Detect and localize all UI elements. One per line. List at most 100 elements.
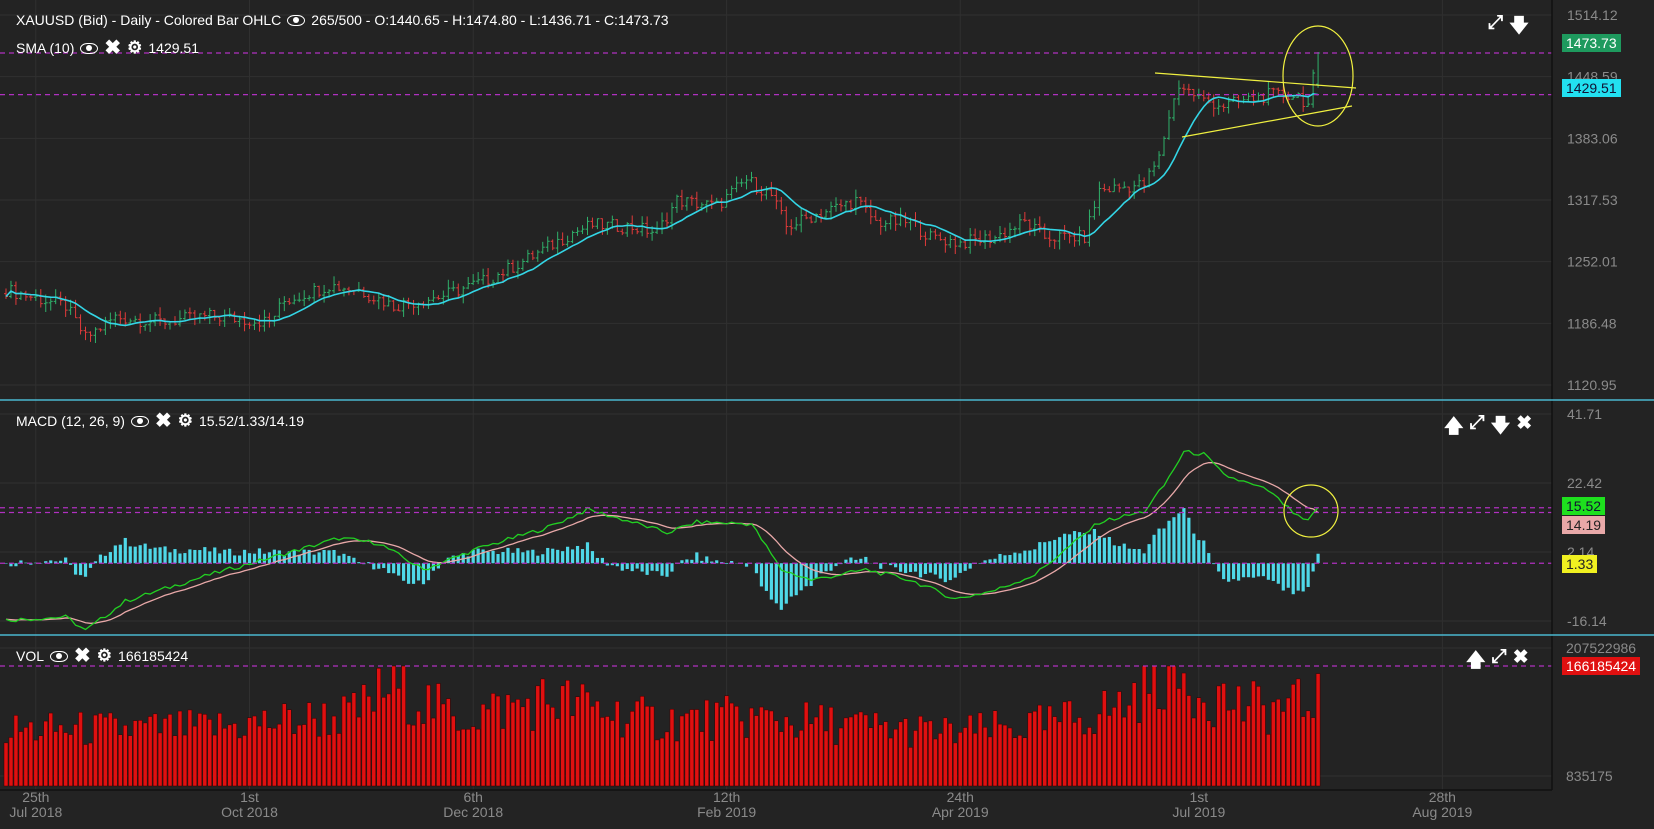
volume-bar	[674, 740, 680, 787]
macd-histogram-bar	[1217, 563, 1221, 572]
volume-bar	[749, 707, 754, 787]
volume-bar	[585, 691, 590, 787]
volume-bar	[972, 732, 978, 787]
macd-axis-tick: -16.14	[1567, 613, 1607, 629]
close-icon[interactable]: ✖	[1513, 646, 1529, 678]
volume-bar	[197, 713, 203, 787]
macd-histogram-bar	[73, 563, 78, 575]
eye-icon[interactable]	[287, 14, 306, 26]
sma-price-tag: 1429.51	[1562, 79, 1621, 97]
macd-histogram-bar	[993, 558, 997, 564]
volume-bar	[113, 718, 118, 787]
vol-legend: VOL ✖ ⚙ 166185424	[16, 646, 188, 666]
expand-icon[interactable]: ⤢	[1492, 646, 1507, 678]
gear-icon[interactable]: ⚙	[178, 412, 193, 429]
arrow-down-icon[interactable]: 🡇	[1509, 12, 1529, 44]
volume-bar	[192, 725, 198, 787]
volume-bar	[416, 710, 421, 787]
volume-bar	[68, 734, 73, 787]
arrow-up-icon[interactable]: 🡅	[1466, 646, 1486, 678]
macd-histogram-bar	[849, 557, 853, 564]
macd-axis-tick: 22.42	[1567, 475, 1602, 491]
volume-bar	[1171, 665, 1177, 787]
close-icon[interactable]: ✖	[74, 646, 91, 666]
volume-bar	[933, 738, 938, 787]
volume-bar	[590, 706, 595, 787]
ohlc-readout: 265/500 - O:1440.65 - H:1474.80 - L:1436…	[311, 12, 669, 28]
macd-histogram-bar	[1142, 553, 1146, 564]
volume-bar	[456, 730, 461, 787]
macd-histogram-bar	[575, 545, 580, 564]
date-axis-day: 6th	[463, 789, 482, 805]
eye-icon[interactable]	[130, 415, 149, 427]
volume-bar	[754, 715, 759, 787]
volume-bar	[53, 731, 58, 787]
volume-bar	[431, 717, 436, 787]
volume-bar	[918, 715, 923, 787]
eye-icon[interactable]	[50, 650, 69, 662]
volume-bar	[828, 706, 834, 787]
macd-histogram-bar	[103, 555, 107, 564]
macd-histogram-bar	[332, 549, 336, 564]
volume-bar	[545, 703, 550, 787]
volume-bar	[217, 712, 222, 787]
volume-bar	[505, 694, 511, 787]
macd-histogram-bar	[958, 563, 962, 573]
macd-histogram-bar	[168, 552, 172, 564]
volume-bar	[923, 721, 928, 787]
volume-bar	[1102, 690, 1107, 787]
close-icon[interactable]: ✖	[104, 38, 121, 58]
macd-histogram-bar	[625, 563, 629, 570]
macd-histogram-bar	[242, 549, 247, 564]
gear-icon[interactable]: ⚙	[97, 647, 112, 664]
macd-histogram-bar	[113, 545, 117, 564]
sma-legend: SMA (10) ✖ ⚙ 1429.51	[16, 38, 199, 58]
volume-bar	[803, 701, 809, 787]
volume-bar	[525, 698, 531, 787]
volume-bar	[167, 713, 173, 787]
volume-bar	[366, 696, 372, 787]
macd-histogram-bar	[1241, 563, 1246, 578]
macd-histogram-bar	[690, 559, 694, 564]
volume-bar	[142, 722, 148, 787]
macd-histogram-bar	[486, 551, 490, 564]
macd-histogram-bar	[541, 554, 545, 564]
date-axis-month: Oct 2018	[221, 804, 278, 820]
macd-histogram-bar	[1227, 563, 1231, 582]
volume-bar	[495, 695, 501, 787]
volume-bar	[128, 735, 133, 787]
volume-bar	[1186, 695, 1192, 787]
volume-bar	[73, 724, 78, 787]
macd-histogram-bar	[357, 562, 361, 564]
current-price-tag: 1473.73	[1562, 34, 1621, 52]
close-icon[interactable]: ✖	[1516, 412, 1532, 444]
eye-icon[interactable]	[80, 42, 99, 54]
volume-bar	[287, 709, 292, 787]
macd-value-tag: 15.52	[1562, 497, 1606, 515]
volume-bar	[18, 731, 24, 787]
volume-bar	[699, 731, 705, 787]
volume-bar	[808, 723, 814, 787]
date-axis-month: Dec 2018	[443, 804, 503, 820]
arrow-up-icon[interactable]: 🡅	[1444, 412, 1464, 444]
macd-histogram-bar	[337, 555, 341, 564]
macd-histogram-bar	[585, 542, 590, 564]
vol-panel-tools: 🡅 ⤢ ✖	[1466, 646, 1529, 678]
arrow-down-icon[interactable]: 🡇	[1491, 412, 1511, 444]
macd-histogram-bar	[794, 563, 798, 596]
volume-bar	[301, 724, 307, 787]
macd-histogram-bar	[1236, 563, 1241, 581]
macd-histogram-bar	[630, 563, 634, 572]
macd-histogram-bar	[620, 563, 624, 571]
volume-bar	[152, 713, 158, 787]
expand-icon[interactable]: ⤢	[1470, 412, 1485, 444]
volume-bar	[962, 727, 968, 787]
macd-histogram-bar	[933, 563, 937, 575]
macd-histogram-bar	[173, 549, 177, 564]
gear-icon[interactable]: ⚙	[127, 39, 142, 56]
volume-bar	[1251, 680, 1256, 787]
macd-histogram-bar	[1048, 541, 1052, 564]
volume-bar	[1261, 704, 1266, 787]
close-icon[interactable]: ✖	[155, 411, 172, 431]
expand-icon[interactable]: ⤢	[1488, 12, 1503, 44]
